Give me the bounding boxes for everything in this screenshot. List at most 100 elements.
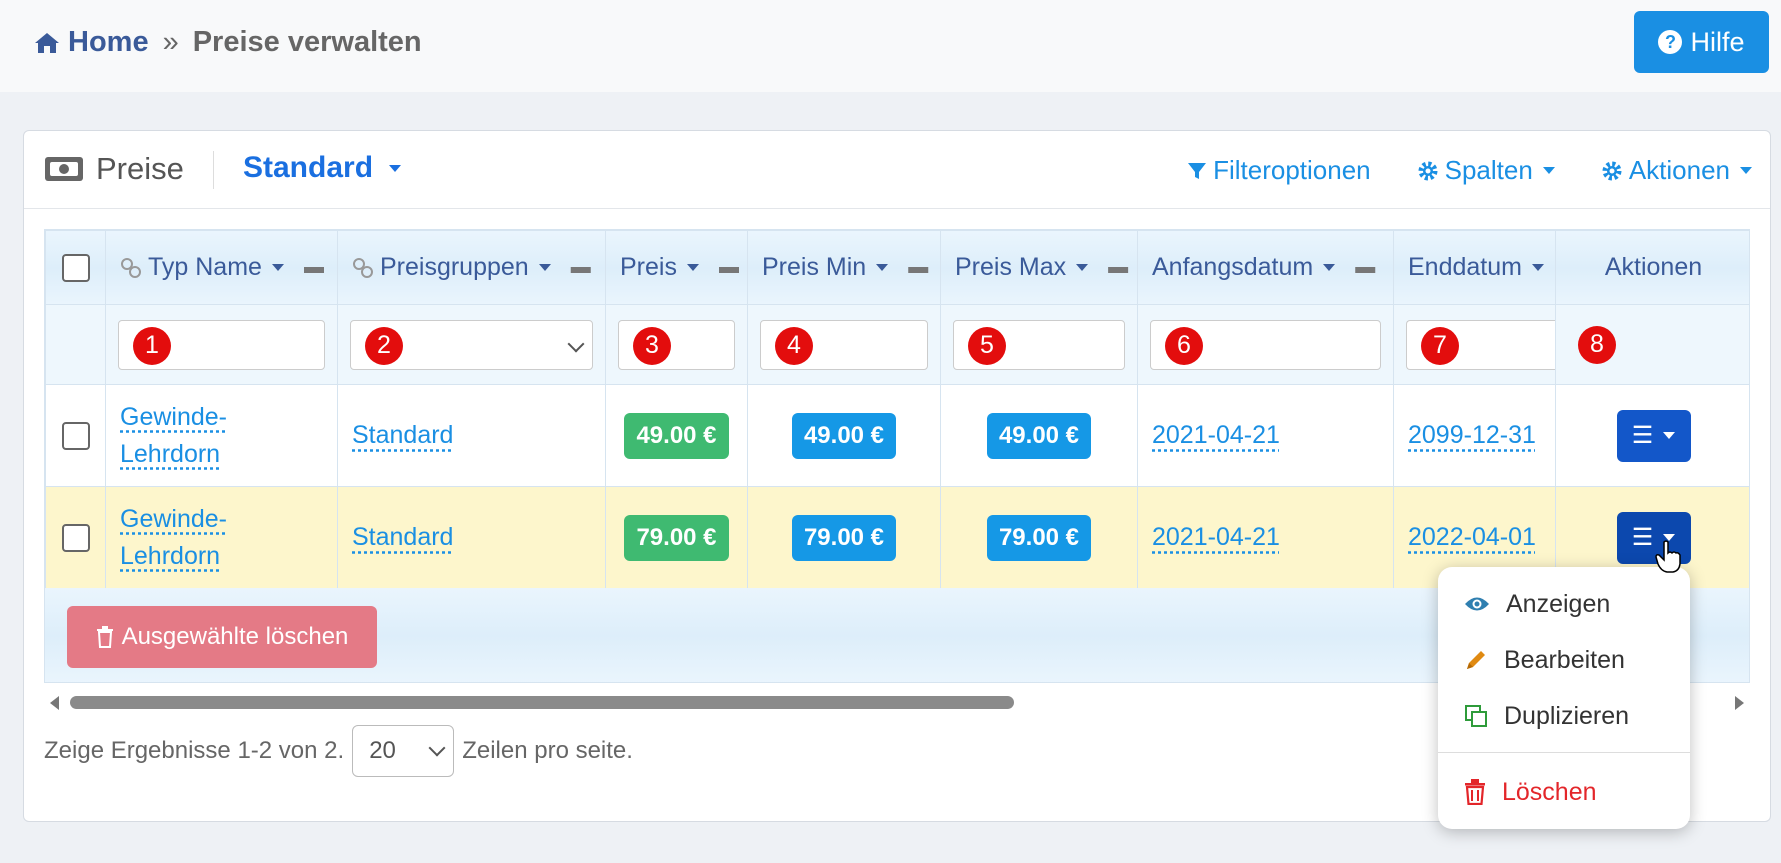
col-preis-max[interactable]: Preis Max ▬ xyxy=(940,230,1138,305)
filter-input-preis-max[interactable]: 5 xyxy=(953,319,1125,370)
annotation-badge: 3 xyxy=(633,326,671,365)
filter-input-preis[interactable]: 3 xyxy=(618,319,735,370)
drag-handle-icon[interactable]: ▬ xyxy=(908,256,928,279)
typ-name-line1: Gewinde- xyxy=(120,504,227,533)
drag-handle-icon[interactable]: ▬ xyxy=(719,256,739,279)
drag-handle-icon[interactable]: ▬ xyxy=(1355,256,1375,279)
filter-cell-preis-min: 4 xyxy=(747,304,941,385)
col-preis-min[interactable]: Preis Min ▬ xyxy=(747,230,941,305)
price-max-badge: 79.00 € xyxy=(986,514,1092,561)
drag-handle-icon[interactable]: ▬ xyxy=(571,256,591,279)
select-all-checkbox[interactable] xyxy=(61,253,90,282)
price-badge: 79.00 € xyxy=(624,514,729,561)
annotation-badge: 2 xyxy=(365,326,403,365)
col-preis-min-label: Preis Min xyxy=(762,253,867,281)
cell-typ-name: Gewinde- Lehrdorn xyxy=(105,486,338,589)
breadcrumb-home-link[interactable]: Home xyxy=(34,26,149,59)
delete-selected-button[interactable]: Ausgewählte löschen xyxy=(67,606,377,668)
filter-options-button[interactable]: Filteroptionen xyxy=(1187,155,1371,186)
filter-cell-typ-name: 1 xyxy=(105,304,338,385)
start-date-link[interactable]: 2021-04-21 xyxy=(1152,421,1280,449)
col-preis[interactable]: Preis ▬ xyxy=(605,230,748,305)
filter-input-anfangsdatum[interactable]: 6 xyxy=(1150,319,1381,370)
col-enddatum-label: Enddatum xyxy=(1408,253,1522,281)
menu-item-duplicate-label: Duplizieren xyxy=(1504,701,1630,730)
scroll-right-arrow-icon[interactable] xyxy=(1735,696,1744,710)
row-checkbox[interactable] xyxy=(61,523,90,552)
menu-item-delete[interactable]: Löschen xyxy=(1438,767,1690,817)
delete-selected-label: Ausgewählte löschen xyxy=(121,623,349,650)
pagination: Zeige Ergebnisse 1-2 von 2. 20 Zeilen pr… xyxy=(44,724,633,778)
sort-caret-icon xyxy=(538,264,551,271)
cell-aktionen: ☰ xyxy=(1555,384,1749,487)
col-anfangsdatum[interactable]: Anfangsdatum ▬ xyxy=(1137,230,1394,305)
drag-handle-icon[interactable]: ▬ xyxy=(304,256,324,279)
row-menu-button[interactable]: ☰ xyxy=(1616,409,1691,462)
sort-caret-icon xyxy=(1323,264,1336,271)
question-icon: ? xyxy=(1658,30,1683,54)
row-checkbox[interactable] xyxy=(61,421,90,450)
sort-caret-icon xyxy=(686,264,699,271)
chevron-down-icon xyxy=(1740,167,1752,174)
col-anfangsdatum-label: Anfangsdatum xyxy=(1152,253,1314,281)
col-enddatum[interactable]: Enddatum xyxy=(1393,230,1556,305)
chevron-down-icon xyxy=(389,164,402,172)
cell-preis-max: 49.00 € xyxy=(940,384,1138,487)
filter-cell-empty xyxy=(45,304,106,385)
col-preis-max-label: Preis Max xyxy=(955,253,1067,281)
menu-item-duplicate[interactable]: Duplizieren xyxy=(1438,691,1690,741)
col-aktionen: Aktionen xyxy=(1555,230,1749,305)
col-preisgruppen[interactable]: Preisgruppen ▬ xyxy=(337,230,606,305)
col-typ-name[interactable]: Typ Name ▬ xyxy=(105,230,338,305)
typ-name-link[interactable]: Gewinde- Lehrdorn xyxy=(120,505,227,570)
card-title: Preise xyxy=(44,151,184,187)
annotation-badge: 5 xyxy=(968,326,1006,365)
preisgruppe-link[interactable]: Standard xyxy=(352,421,453,449)
cell-preisgruppe: Standard xyxy=(337,384,606,487)
sort-caret-icon xyxy=(876,264,889,271)
preisgruppe-link[interactable]: Standard xyxy=(352,523,453,551)
per-page-select[interactable]: 20 xyxy=(352,725,455,777)
filter-input-typ-name[interactable]: 1 xyxy=(118,319,325,370)
cell-anfangsdatum: 2021-04-21 xyxy=(1137,486,1394,589)
title-divider xyxy=(213,151,214,189)
scrollbar-thumb[interactable] xyxy=(70,696,1014,709)
link-icon xyxy=(121,257,141,278)
typ-name-link[interactable]: Gewinde- Lehrdorn xyxy=(120,403,227,468)
row-select-cell xyxy=(45,384,106,487)
hand-cursor-icon xyxy=(1655,540,1681,573)
filter-icon xyxy=(1188,162,1207,179)
cell-preis-max: 79.00 € xyxy=(940,486,1138,589)
columns-button[interactable]: Spalten xyxy=(1417,155,1555,186)
help-button[interactable]: ? Hilfe xyxy=(1634,11,1769,73)
menu-item-show[interactable]: Anzeigen xyxy=(1438,579,1690,629)
scroll-left-arrow-icon[interactable] xyxy=(50,696,59,710)
annotation-badge: 7 xyxy=(1421,326,1459,365)
price-max-badge: 49.00 € xyxy=(986,412,1092,459)
menu-item-edit[interactable]: Bearbeiten xyxy=(1438,635,1690,685)
view-selector[interactable]: Standard xyxy=(243,151,402,185)
page-title: Preise verwalten xyxy=(192,26,422,58)
start-date-link[interactable]: 2021-04-21 xyxy=(1152,523,1280,551)
cell-typ-name: Gewinde- Lehrdorn xyxy=(105,384,338,487)
filter-cell-preis: 3 xyxy=(605,304,748,385)
chevron-down-icon xyxy=(1542,167,1555,174)
table-row: Gewinde- Lehrdorn Standard 49.00 € 49.00 … xyxy=(45,384,1749,487)
filter-select-preisgruppen[interactable]: 2 xyxy=(350,319,593,370)
cell-preis: 49.00 € xyxy=(605,384,748,487)
col-aktionen-label: Aktionen xyxy=(1604,253,1703,281)
menu-divider xyxy=(1438,752,1690,753)
end-date-link[interactable]: 2022-04-01 xyxy=(1408,523,1536,551)
filter-input-enddatum[interactable]: 7 xyxy=(1406,319,1555,370)
drag-handle-icon[interactable]: ▬ xyxy=(1108,256,1128,279)
actions-button[interactable]: Aktionen xyxy=(1601,155,1752,186)
row-select-cell xyxy=(45,486,106,589)
filter-row: 1 2 3 4 5 6 7 8 xyxy=(45,304,1749,385)
chevron-down-icon xyxy=(1663,432,1676,439)
per-page-value: 20 xyxy=(369,737,396,764)
filter-input-preis-min[interactable]: 4 xyxy=(760,319,928,370)
end-date-link[interactable]: 2099-12-31 xyxy=(1408,421,1536,449)
per-page-suffix: Zeilen pro seite. xyxy=(462,737,633,764)
chevron-down-icon xyxy=(428,739,446,757)
cell-preis-min: 49.00 € xyxy=(747,384,941,487)
